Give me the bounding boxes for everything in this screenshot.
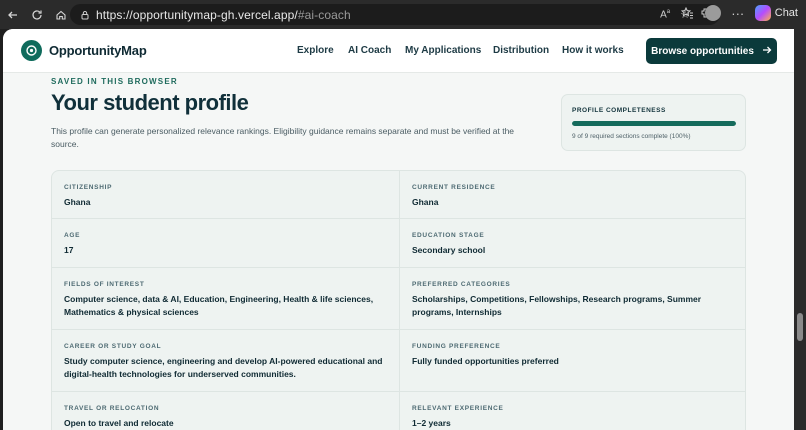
read-aloud-icon[interactable]: Aa <box>660 9 670 20</box>
field-label: CITIZENSHIP <box>64 184 113 191</box>
field-education-stage: EDUCATION STAGE Secondary school <box>399 219 745 268</box>
field-label: CAREER OR STUDY GOAL <box>64 343 162 350</box>
address-bar[interactable]: https://opportunitymap-gh.vercel.app/#ai… <box>70 4 720 25</box>
lock-icon[interactable] <box>78 8 92 22</box>
nav-how-it-works[interactable]: How it works <box>562 45 624 56</box>
field-value: Ghana <box>64 197 91 207</box>
field-citizenship: CITIZENSHIP Ghana <box>52 171 399 219</box>
refresh-icon[interactable] <box>26 4 48 26</box>
brand-name: OpportunityMap <box>49 43 147 58</box>
home-icon[interactable] <box>50 4 72 26</box>
field-label: PREFERRED CATEGORIES <box>412 281 511 288</box>
profile-fields-grid: CITIZENSHIP Ghana CURRENT RESIDENCE Ghan… <box>51 170 746 430</box>
saved-eyebrow: SAVED IN THIS BROWSER <box>51 77 178 86</box>
web-page: OpportunityMap Explore AI Coach My Appli… <box>3 29 794 430</box>
browse-opportunities-button[interactable]: Browse opportunities <box>646 38 777 64</box>
url-text: https://opportunitymap-gh.vercel.app/#ai… <box>96 7 351 22</box>
logo-target-icon <box>21 40 42 61</box>
toolbar-right: ··· Chat <box>679 4 802 22</box>
chat-label: Chat <box>774 7 798 19</box>
field-label: FIELDS OF INTEREST <box>64 281 145 288</box>
field-label: EDUCATION STAGE <box>412 232 485 239</box>
field-funding-preference: FUNDING PREFERENCE Fully funded opportun… <box>399 330 745 392</box>
arrow-right-icon <box>762 46 772 57</box>
field-current-residence: CURRENT RESIDENCE Ghana <box>399 171 745 219</box>
field-value: Study computer science, engineering and … <box>64 356 383 379</box>
field-value: Open to travel and relocate <box>64 418 174 428</box>
completeness-progress-fill <box>572 121 736 126</box>
field-label: RELEVANT EXPERIENCE <box>412 405 504 412</box>
completeness-progress-bar <box>572 121 736 126</box>
nav-my-applications[interactable]: My Applications <box>405 45 481 56</box>
field-value: Fully funded opportunities preferred <box>412 356 559 366</box>
field-value: Ghana <box>412 197 439 207</box>
field-relevant-experience: RELEVANT EXPERIENCE 1–2 years <box>399 392 745 430</box>
nav-ai-coach[interactable]: AI Coach <box>348 45 391 56</box>
nav-distribution[interactable]: Distribution <box>493 45 549 56</box>
completeness-summary: 9 of 9 required sections complete (100%) <box>572 133 691 140</box>
field-fields-of-interest: FIELDS OF INTEREST Computer science, dat… <box>52 268 399 330</box>
scrollbar-thumb[interactable] <box>797 313 803 341</box>
field-value: Secondary school <box>412 245 486 255</box>
copilot-chat-button[interactable]: Chat <box>754 5 802 21</box>
field-label: CURRENT RESIDENCE <box>412 184 496 191</box>
profile-section: SAVED IN THIS BROWSER Your student profi… <box>3 73 794 430</box>
field-label: FUNDING PREFERENCE <box>412 343 501 350</box>
back-icon[interactable] <box>2 4 24 26</box>
page-scrollbar[interactable] <box>794 29 806 430</box>
cta-label: Browse opportunities <box>651 45 754 57</box>
copilot-icon <box>754 5 771 21</box>
field-label: TRAVEL OR RELOCATION <box>64 405 160 412</box>
more-menu-icon[interactable]: ··· <box>729 4 747 22</box>
page-title: Your student profile <box>51 90 249 115</box>
profile-avatar[interactable] <box>704 5 721 21</box>
browser-toolbar: https://opportunitymap-gh.vercel.app/#ai… <box>0 0 806 29</box>
field-value: Scholarships, Competitions, Fellowships,… <box>412 294 702 317</box>
field-age: AGE 17 <box>52 219 399 268</box>
nav-explore[interactable]: Explore <box>297 45 334 56</box>
field-travel-relocation: TRAVEL OR RELOCATION Open to travel and … <box>52 392 399 430</box>
field-value: 17 <box>64 245 74 255</box>
profile-completeness-card: PROFILE COMPLETENESS 9 of 9 required sec… <box>561 94 746 151</box>
profile-description: This profile can generate personalized r… <box>51 126 515 149</box>
field-value: 1–2 years <box>412 418 451 428</box>
site-header: OpportunityMap Explore AI Coach My Appli… <box>3 29 794 73</box>
completeness-label: PROFILE COMPLETENESS <box>572 107 666 114</box>
field-label: AGE <box>64 232 81 239</box>
field-preferred-categories: PREFERRED CATEGORIES Scholarships, Compe… <box>399 268 745 330</box>
field-career-goal: CAREER OR STUDY GOAL Study computer scie… <box>52 330 399 392</box>
field-value: Computer science, data & AI, Education, … <box>64 294 374 317</box>
site-logo[interactable]: OpportunityMap <box>21 40 147 61</box>
favorites-icon[interactable] <box>679 4 697 22</box>
